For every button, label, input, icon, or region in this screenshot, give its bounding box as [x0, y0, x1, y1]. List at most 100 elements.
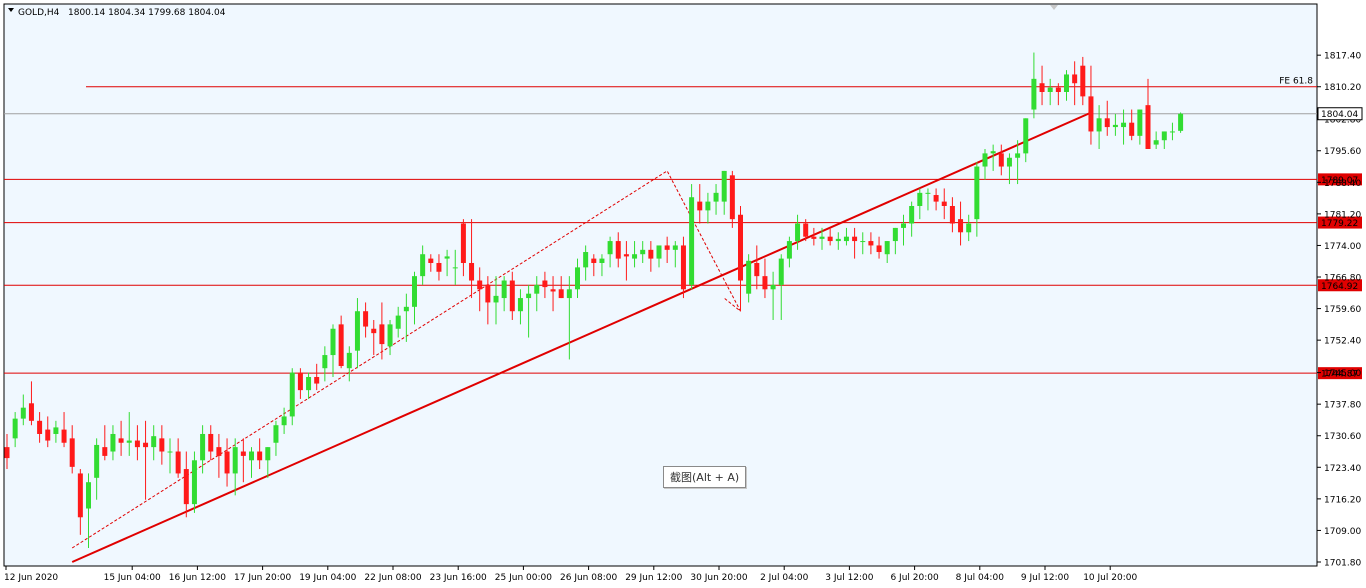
candle-body [738, 214, 743, 281]
candle-body [550, 289, 556, 292]
candle-body [721, 170, 727, 202]
candle-body [615, 241, 621, 259]
candle-body [860, 241, 866, 243]
candle-body [183, 469, 189, 505]
candle-body [1015, 153, 1021, 158]
time-tick-label: 26 Jun 08:00 [560, 573, 617, 583]
candle-body [786, 241, 792, 259]
candle-body [45, 429, 51, 441]
price-tick-label: 1810.20 [1324, 83, 1361, 93]
time-tick-label: 8 Jul 04:00 [956, 573, 1005, 583]
candle-body [517, 298, 523, 312]
time-tick-label: 25 Jun 00:00 [495, 573, 552, 583]
candle-body [876, 245, 882, 253]
candle-body [12, 418, 18, 439]
candle-body [648, 249, 654, 259]
candle-body [371, 328, 377, 334]
candle-body [118, 438, 124, 443]
candle-body [1006, 157, 1012, 167]
candle-body [1055, 87, 1061, 92]
candle-body [892, 227, 898, 242]
candle-body [143, 442, 149, 448]
candle-body [232, 447, 238, 474]
candle-body [607, 241, 613, 255]
candle-body [990, 151, 996, 154]
candle-body [208, 433, 214, 452]
candle-body [4, 447, 10, 459]
candle-body [941, 201, 947, 206]
price-tick-label: 1701.80 [1324, 559, 1361, 569]
candle-body [69, 438, 75, 467]
candle-body [240, 451, 246, 456]
price-tick-label: 1781.20 [1324, 210, 1361, 220]
candle-body [61, 429, 67, 443]
candle-body [640, 249, 646, 255]
candle-body [289, 372, 295, 417]
candle-body [925, 192, 931, 194]
candle-body [852, 236, 858, 242]
level-price-label: 1779.22 [1321, 219, 1358, 229]
price-tick-label: 1709.00 [1324, 527, 1361, 537]
time-axis: 12 Jun 2020 15 Jun 04:00 16 Jun 12:00 17 Ju… [4, 566, 1137, 583]
candle-body [420, 254, 426, 277]
candle-body [363, 311, 369, 327]
screenshot-tooltip: 截图(Alt + A) [663, 466, 747, 488]
candle-body [575, 267, 580, 290]
candle-body [713, 192, 719, 202]
candle [689, 184, 695, 290]
time-tick-label: 12 Jun 2020 [4, 573, 58, 583]
candle-body [909, 205, 915, 224]
candle-body [591, 258, 597, 263]
candle-body [281, 416, 287, 426]
candle-body [37, 420, 43, 434]
candle-body [664, 245, 670, 250]
candle-body [778, 258, 784, 285]
candle-body [338, 324, 344, 367]
candle-body [126, 440, 132, 443]
time-tick-label: 2 Jul 04:00 [760, 573, 809, 583]
candle-body [705, 201, 711, 211]
candle-body [729, 175, 735, 220]
candle-body [134, 440, 140, 448]
chart-svg[interactable]: FE 61.8 1789.071779.221764.921744.871701… [0, 0, 1366, 588]
price-tick-label: 1788.40 [1324, 179, 1361, 189]
candle-body [827, 236, 833, 242]
price-tick-label: 1759.60 [1324, 305, 1361, 315]
candle-body [656, 245, 662, 259]
candle-body [917, 192, 923, 206]
candle-body [680, 245, 686, 290]
time-tick-label: 3 Jul 12:00 [825, 573, 874, 583]
candle-body [436, 262, 442, 272]
time-tick-label: 29 Jun 12:00 [625, 573, 682, 583]
candle-body [257, 451, 263, 461]
candle-body [1129, 122, 1135, 136]
candle-body [542, 280, 548, 288]
current-price-label: 1804.04 [1321, 110, 1358, 120]
time-tick-label: 17 Jun 20:00 [234, 573, 291, 583]
candle-body [265, 447, 271, 461]
price-tick-label: 1795.60 [1324, 147, 1361, 157]
candle-body [444, 256, 450, 259]
candle-body [1047, 87, 1053, 92]
price-tick-label: 1723.40 [1324, 464, 1361, 474]
candle-body [20, 407, 26, 419]
candle-body [200, 433, 206, 461]
candle-body [509, 280, 515, 312]
candle-body [387, 324, 393, 347]
candle-body [1153, 140, 1159, 145]
candle-body [1088, 96, 1094, 132]
candle [680, 236, 686, 299]
candle [191, 451, 197, 513]
candle-body [477, 280, 483, 290]
ohlc-values: 1800.14 1804.34 1799.68 1804.04 [68, 8, 226, 18]
price-tick-label: 1817.40 [1324, 52, 1361, 62]
time-tick-label: 23 Jun 16:00 [430, 573, 487, 583]
candle-body [558, 289, 564, 299]
candle-body [151, 436, 157, 448]
time-tick-label: 30 Jun 20:00 [690, 573, 747, 583]
candle-body [86, 482, 91, 509]
candle-body [966, 223, 972, 233]
candle-body [175, 451, 181, 474]
candle-body [746, 260, 752, 294]
candle-body [485, 284, 491, 303]
